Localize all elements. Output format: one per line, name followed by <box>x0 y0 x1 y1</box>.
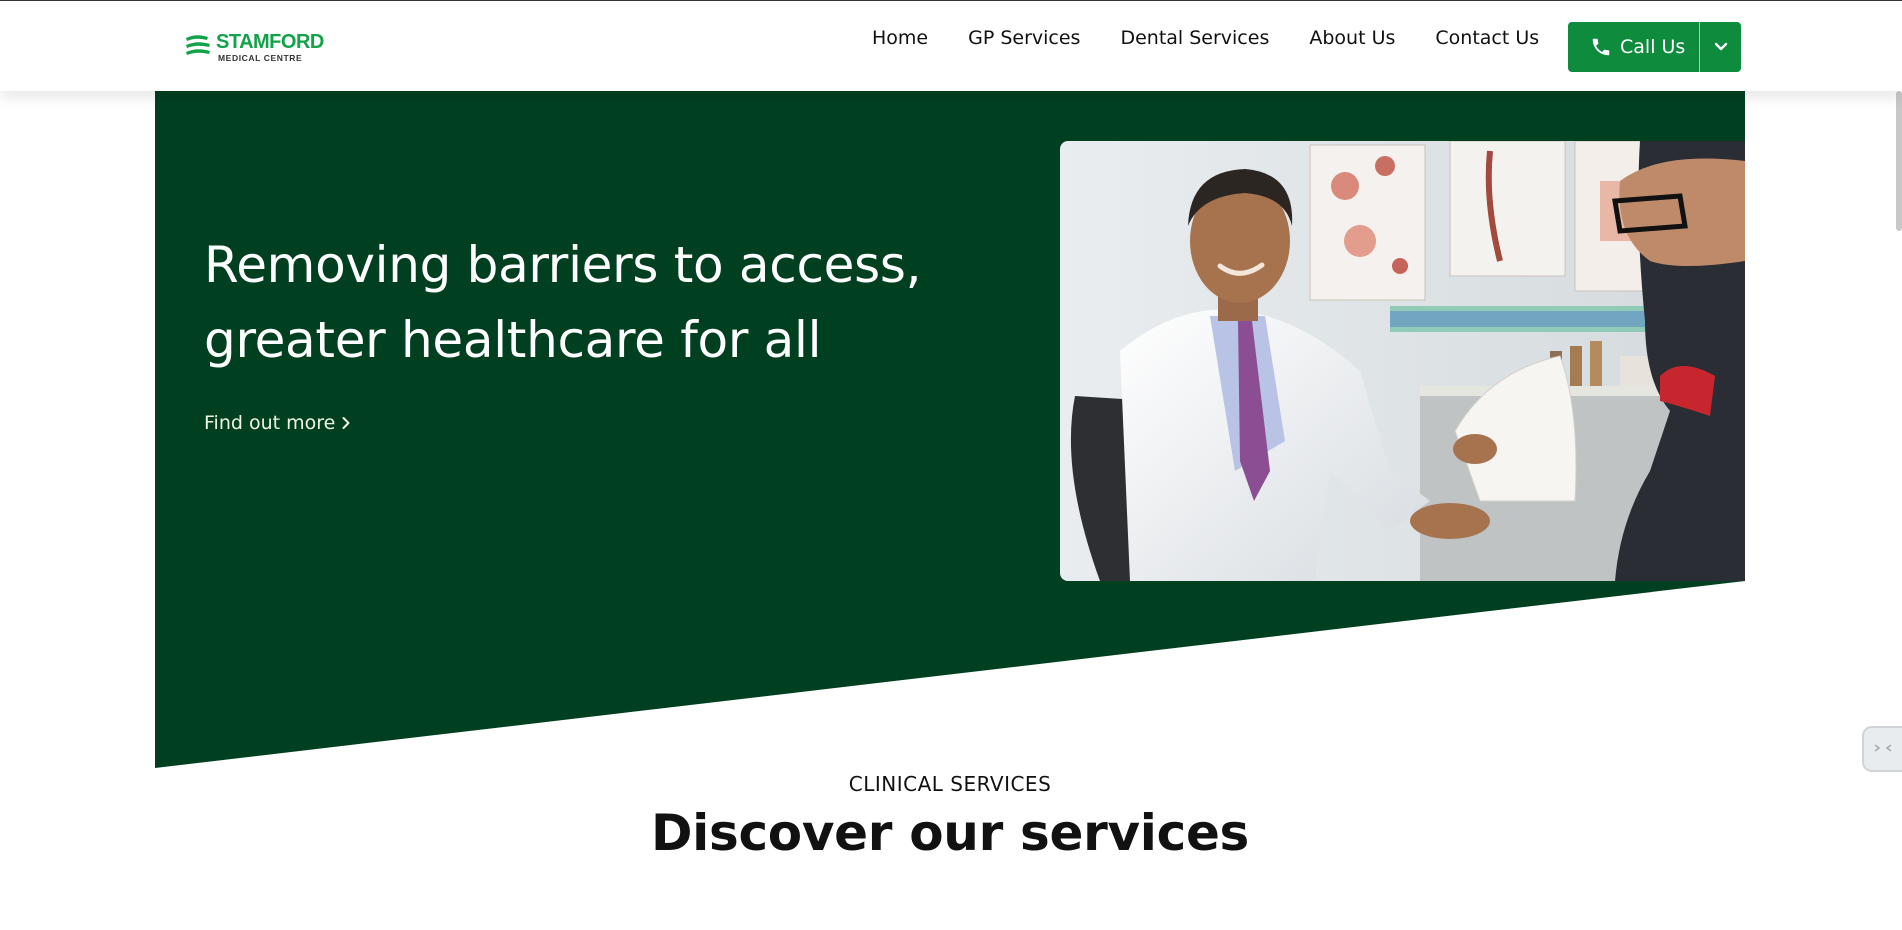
logo-name: STAMFORD <box>216 30 324 53</box>
site-logo[interactable]: STAMFORD MEDICAL CENTRE <box>174 25 324 69</box>
logo-subtitle: MEDICAL CENTRE <box>218 52 303 63</box>
find-out-more-label: Find out more <box>204 412 336 434</box>
page-scrollbar[interactable] <box>1896 91 1902 231</box>
call-us-dropdown-toggle[interactable] <box>1700 22 1742 72</box>
nav-contact-us[interactable]: Contact Us <box>1435 27 1539 49</box>
main-nav: Home GP Services Dental Services About U… <box>872 25 1539 51</box>
doctor-consultation-photo <box>1060 141 1745 581</box>
stamford-logo-icon <box>176 29 210 64</box>
section-title: Discover our services <box>650 804 1250 862</box>
nav-home[interactable]: Home <box>872 27 928 49</box>
section-eyebrow: CLINICAL SERVICES <box>848 772 1052 796</box>
site-header: STAMFORD MEDICAL CENTRE Home GP Services… <box>0 0 1902 91</box>
logo-wordmark: STAMFORD MEDICAL CENTRE <box>216 32 324 63</box>
phone-icon <box>1592 38 1610 56</box>
call-us-button[interactable]: Call Us <box>1568 22 1701 72</box>
page: STAMFORD MEDICAL CENTRE Home GP Services… <box>0 0 1902 930</box>
call-us-label: Call Us <box>1620 36 1686 58</box>
nav-about-us[interactable]: About Us <box>1309 27 1395 49</box>
call-us-group: Call Us <box>1568 22 1742 72</box>
find-out-more-link[interactable]: Find out more <box>204 412 351 434</box>
nav-gp-services[interactable]: GP Services <box>968 27 1080 49</box>
side-widget-tab[interactable] <box>1862 726 1902 772</box>
chat-widget-icon <box>1874 744 1892 752</box>
nav-dental-services[interactable]: Dental Services <box>1120 27 1269 49</box>
hero-title: Removing barriers to access, greater hea… <box>204 236 922 369</box>
chevron-right-icon <box>342 417 350 429</box>
chevron-down-icon <box>1714 42 1728 51</box>
